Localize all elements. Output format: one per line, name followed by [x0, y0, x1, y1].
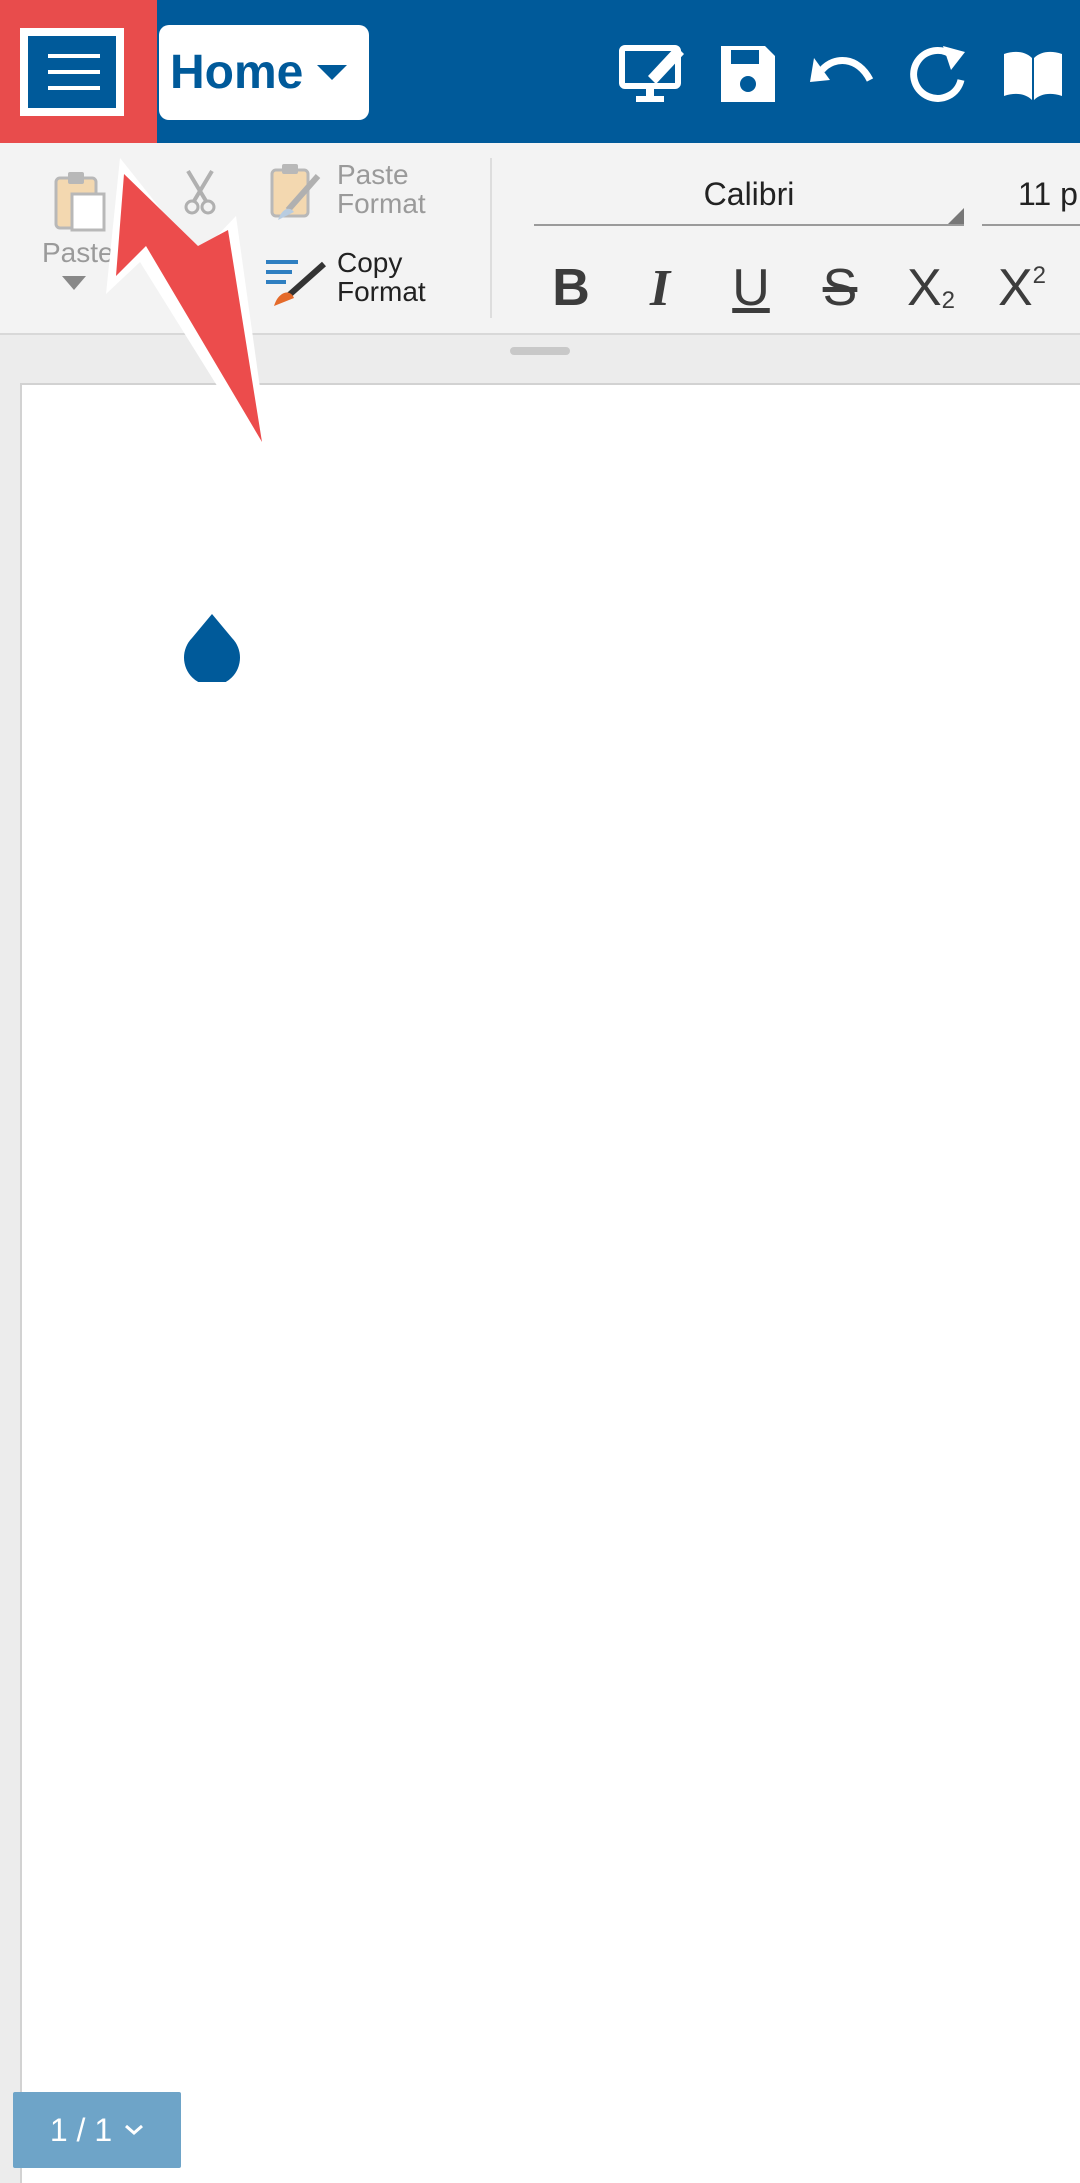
paste-label[interactable]: Paste	[42, 238, 114, 267]
superscript-button[interactable]: X2	[982, 248, 1062, 328]
italic-label: I	[649, 259, 671, 317]
subscript-button[interactable]: X2	[891, 248, 971, 328]
ribbon-toolbar: Paste Paste Format Copy Format Calibri 1…	[0, 143, 1080, 335]
document-page[interactable]	[20, 383, 1080, 2183]
cursor-handle-icon[interactable]	[182, 612, 242, 682]
bold-button[interactable]: B	[531, 248, 611, 328]
redo-icon[interactable]	[903, 40, 973, 110]
menu-button[interactable]	[0, 0, 157, 143]
superscript-label: X	[997, 259, 1033, 317]
copy-icon[interactable]	[190, 261, 226, 307]
tab-home-dropdown[interactable]: Home	[159, 25, 369, 120]
font-name-value: Calibri	[703, 176, 795, 212]
strikethrough-button[interactable]: S	[800, 248, 880, 328]
copy-format-line2[interactable]: Format	[337, 277, 426, 306]
ribbon-resize-handle[interactable]	[510, 347, 570, 355]
copy-format-icon[interactable]	[264, 254, 328, 310]
font-dropdown-icon	[948, 208, 964, 224]
ribbon-resize-strip	[0, 337, 1080, 365]
page-indicator-label: 1 / 1	[49, 2111, 113, 2148]
paste-format-icon[interactable]	[268, 160, 328, 226]
chevron-down-icon	[125, 2124, 144, 2135]
bold-label: B	[552, 259, 590, 317]
subscript-label: X	[906, 259, 942, 317]
underline-button[interactable]: U	[711, 248, 791, 328]
page-indicator[interactable]: 1 / 1	[13, 2092, 181, 2168]
save-icon[interactable]	[713, 40, 783, 110]
undo-icon[interactable]	[808, 40, 878, 110]
paste-format-line1[interactable]: Paste	[337, 160, 409, 189]
italic-button[interactable]: I	[620, 248, 700, 328]
font-size-value: 11 p	[1018, 176, 1078, 212]
underline-label: U	[732, 259, 770, 317]
paste-format-line2[interactable]: Format	[337, 189, 426, 218]
paste-dropdown-icon[interactable]	[62, 276, 86, 290]
tab-home-label: Home	[170, 46, 304, 99]
menu-button-frame	[20, 28, 124, 116]
superscript-small: 2	[1032, 262, 1047, 289]
font-name-select[interactable]: Calibri	[534, 168, 964, 226]
font-size-select[interactable]: 11 p	[982, 168, 1080, 226]
read-mode-icon[interactable]	[998, 40, 1068, 110]
subscript-small: 2	[941, 287, 956, 314]
hamburger-icon	[28, 36, 116, 108]
top-toolbar: Home	[0, 0, 1080, 143]
chevron-down-icon	[317, 65, 348, 80]
ribbon-divider	[490, 158, 492, 318]
paste-icon[interactable]	[52, 168, 108, 234]
screen-edit-icon[interactable]	[618, 40, 688, 110]
cut-icon[interactable]	[180, 167, 220, 217]
copy-format-line1[interactable]: Copy	[337, 248, 402, 277]
strikethrough-label: S	[822, 259, 858, 317]
